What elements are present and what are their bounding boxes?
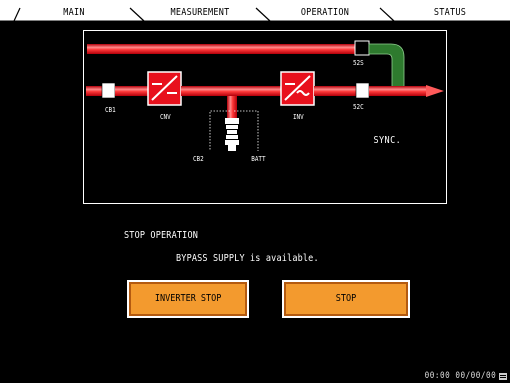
label-batt: BATT <box>251 155 266 163</box>
inverter-stop-button[interactable]: INVERTER STOP <box>127 280 249 318</box>
label-cb1: CB1 <box>104 106 116 114</box>
label-cnv: CNV <box>159 113 171 121</box>
status-bar: 00:00 00/00/00 <box>0 370 510 383</box>
output-line-1 <box>314 86 356 96</box>
menu-icon[interactable] <box>499 373 507 380</box>
breaker-cb1[interactable] <box>101 82 116 99</box>
ups-main-screen: MAIN MEASUREMENT OPERATION STATUS CB1 CN… <box>0 0 510 383</box>
bypass-line <box>87 44 355 54</box>
label-52s: 52S <box>352 59 364 67</box>
tab-operation[interactable]: OPERATION <box>280 6 370 20</box>
output-arrow <box>426 85 444 97</box>
battery-icon[interactable] <box>225 118 239 151</box>
tab-measurement[interactable]: MEASUREMENT <box>154 6 246 20</box>
label-52c: 52C <box>352 103 364 111</box>
breaker-52c[interactable] <box>355 82 370 99</box>
tab-bar: MAIN MEASUREMENT OPERATION STATUS <box>0 0 510 22</box>
operation-status-text: STOP OPERATION <box>124 230 199 241</box>
bypass-path-green <box>368 43 405 90</box>
breaker-52s[interactable] <box>354 40 370 56</box>
bypass-availability-text: BYPASS SUPPLY is available. <box>176 253 319 264</box>
clock-readout: 00:00 00/00/00 <box>424 371 496 381</box>
stop-button[interactable]: STOP <box>282 280 410 318</box>
label-inv: INV <box>292 113 304 121</box>
battery-branch <box>227 96 237 118</box>
input-line-2 <box>115 86 148 96</box>
input-line-1 <box>86 86 102 96</box>
tab-main[interactable]: MAIN <box>30 6 118 20</box>
single-line-diagram: CB1 CNV CB2 BATT INV 52S 52C SYNC. <box>83 30 447 204</box>
stop-label: STOP <box>335 293 357 304</box>
tab-status[interactable]: STATUS <box>404 6 496 20</box>
dc-link-line <box>181 86 281 96</box>
inverter-stop-label: INVERTER STOP <box>154 293 222 304</box>
diagram-graphics <box>86 40 444 151</box>
sync-status-label: SYNC. <box>373 135 402 146</box>
output-line-2 <box>369 86 426 96</box>
label-cb2: CB2 <box>192 155 204 163</box>
